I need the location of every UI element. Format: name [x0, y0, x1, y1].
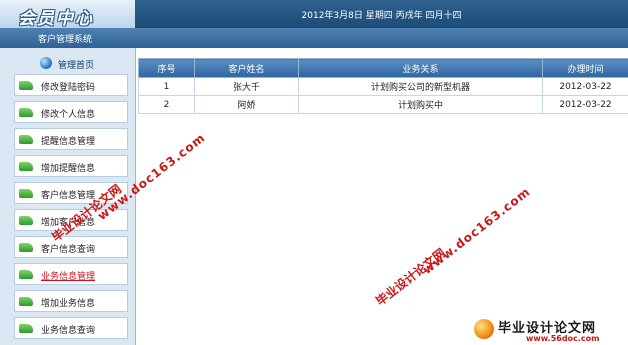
column-header-no[interactable]: 序号: [138, 58, 195, 78]
sidebar-item-label: 增加提醒信息: [41, 164, 96, 174]
cell-date: 2012-03-22: [542, 77, 628, 96]
arrow-icon: [19, 297, 33, 306]
table-row[interactable]: 1 张大千 计划购买公司的新型机器 2012-03-22: [138, 77, 628, 96]
brand-url: www.56doc.com: [526, 334, 600, 343]
arrow-icon: [19, 135, 33, 144]
sidebar-item[interactable]: 增加业务信息: [14, 290, 128, 312]
sidebar-home[interactable]: 管理首页: [0, 54, 135, 72]
sidebar-item[interactable]: 增加提醒信息: [14, 155, 128, 177]
sidebar-item-label: 客户信息查询: [41, 245, 96, 255]
cell-no: 1: [138, 77, 195, 96]
business-table: 序号 客户姓名 业务关系 办理时间 1 张大千 计划购买公司的新型机器 2012…: [138, 58, 628, 114]
logo-text: 会员中心: [18, 9, 94, 29]
cell-name: 张大千: [194, 77, 299, 96]
arrow-icon: [19, 162, 33, 171]
cell-no: 2: [138, 95, 195, 114]
sidebar-item[interactable]: 业务信息查询: [14, 317, 128, 339]
cell-relation: 计划购买公司的新型机器: [298, 77, 543, 96]
cell-name: 阿娇: [194, 95, 299, 114]
column-header-date[interactable]: 办理时间: [542, 58, 628, 78]
globe-icon: [40, 57, 52, 69]
column-header-name[interactable]: 客户姓名: [194, 58, 299, 78]
arrow-icon: [19, 216, 33, 225]
sidebar-item[interactable]: 修改登陆密码: [14, 74, 128, 96]
sidebar-home-label: 管理首页: [58, 61, 95, 71]
system-title: 客户管理系统: [38, 35, 93, 45]
table-header-row: 序号 客户姓名 业务关系 办理时间: [138, 58, 628, 78]
brand-logo: 毕业设计论文网 www.56doc.com: [468, 316, 628, 345]
date-text: 2012年3月8日 星期四 丙戌年 四月十四: [301, 10, 462, 21]
cell-relation: 计划购买中: [298, 95, 543, 114]
sidebar-item-label: 修改登陆密码: [41, 83, 96, 93]
arrow-icon: [19, 81, 33, 90]
arrow-icon: [19, 189, 33, 198]
sidebar-item-label: 提醒信息管理: [41, 137, 96, 147]
table-row[interactable]: 2 阿娇 计划购买中 2012-03-22: [138, 95, 628, 114]
sidebar-item[interactable]: 修改个人信息: [14, 101, 128, 123]
sidebar-item-label: 修改个人信息: [41, 110, 96, 120]
arrow-icon: [19, 270, 33, 279]
date-bar: 2012年3月8日 星期四 丙戌年 四月十四: [135, 0, 628, 28]
brand-ball-icon: [474, 319, 494, 339]
sidebar-item-label: 业务信息管理: [41, 272, 96, 282]
arrow-icon: [19, 243, 33, 252]
column-header-relation[interactable]: 业务关系: [298, 58, 543, 78]
sidebar-item[interactable]: 业务信息管理: [14, 263, 128, 285]
sidebar-item-label: 业务信息查询: [41, 326, 96, 336]
logo: 会员中心: [0, 0, 135, 29]
system-title-bar: 客户管理系统: [0, 28, 628, 48]
sidebar-item[interactable]: 客户信息查询: [14, 236, 128, 258]
sidebar-item[interactable]: 提醒信息管理: [14, 128, 128, 150]
arrow-icon: [19, 108, 33, 117]
cell-date: 2012-03-22: [542, 95, 628, 114]
arrow-icon: [19, 324, 33, 333]
sidebar-item-label: 增加业务信息: [41, 299, 96, 309]
sidebar-item-label: 客户信息管理: [41, 191, 96, 201]
